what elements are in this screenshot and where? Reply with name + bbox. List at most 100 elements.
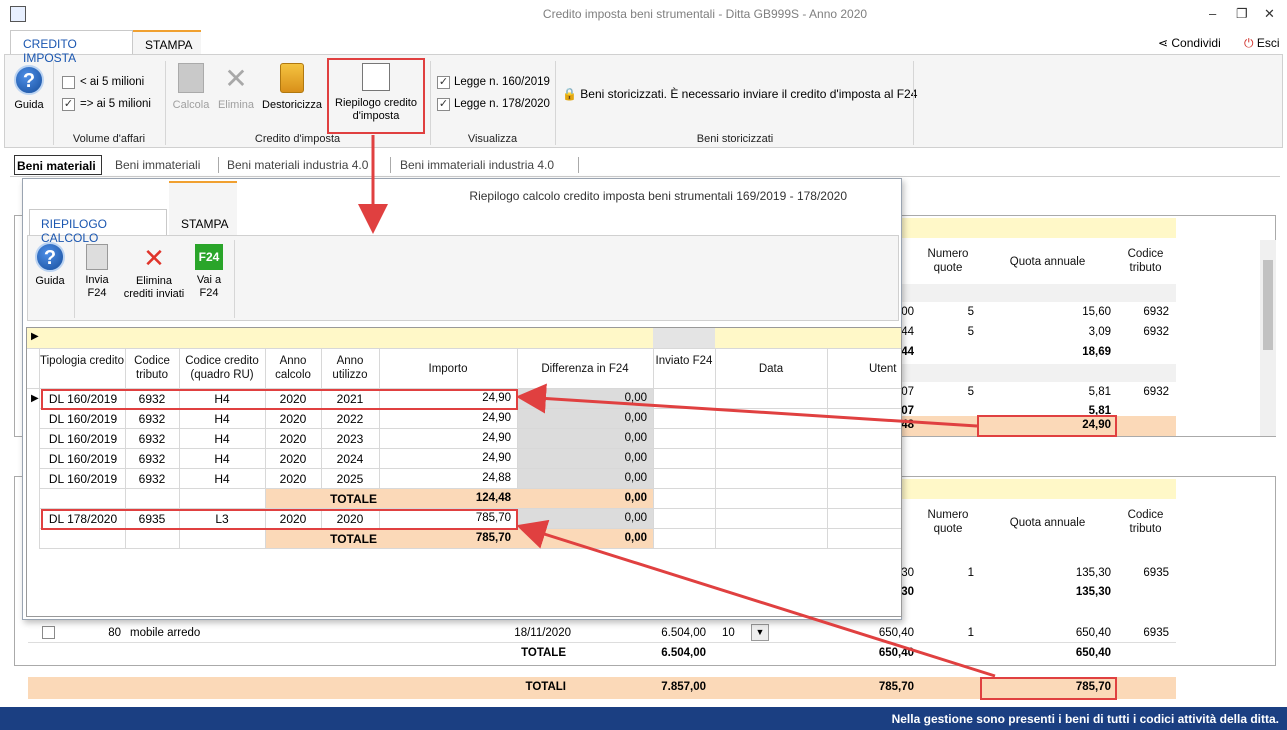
cell-tipologia: DL 160/2019	[48, 432, 118, 446]
cell-tipologia: DL 160/2019	[48, 472, 118, 486]
col-data: Data	[758, 363, 784, 375]
calculator-icon	[178, 63, 204, 93]
cell-ac: 2020	[279, 412, 307, 426]
tab-credito-imposta[interactable]: CREDITO IMPOSTA	[10, 30, 133, 65]
highlight-row-178	[41, 509, 518, 530]
exit-button[interactable]: ⏻ Esci	[1244, 36, 1280, 51]
bg-n: 5	[967, 306, 974, 318]
cell-codice: 6932	[138, 472, 166, 486]
minimize-button[interactable]: –	[1209, 6, 1216, 21]
cell-au: 2023	[336, 432, 364, 446]
cell-importo: 24,90	[482, 432, 511, 444]
col-codice-tributo: Codice tributo	[134, 355, 170, 381]
help-button[interactable]: ? Guida	[9, 65, 49, 112]
cell-diff: 0,00	[624, 512, 647, 524]
cell-cc: H4	[214, 432, 230, 446]
cell-au: 2022	[336, 412, 364, 426]
storicizzati-message: 🔒 Beni storicizzati. È necessario inviar…	[562, 87, 918, 101]
totale2-imp: 785,70	[475, 532, 511, 544]
totale-q: 650,40	[1075, 647, 1111, 659]
close-button[interactable]: ✕	[1264, 6, 1275, 22]
cell-importo: 24,90	[482, 412, 511, 424]
power-icon: ⏻	[1244, 36, 1257, 50]
destoricizza-button[interactable]: Destoricizza	[260, 63, 324, 112]
cell-diff: 0,00	[624, 432, 647, 444]
checkbox-over-5m[interactable]: ✓	[62, 98, 75, 111]
checkbox-under-5m[interactable]	[62, 76, 75, 89]
totale2-label: TOTALE	[330, 532, 377, 546]
bg-amt: 07	[901, 405, 914, 417]
upper-scrollbar[interactable]	[1260, 240, 1276, 436]
totale1-label: TOTALE	[330, 492, 377, 506]
share-icon: ⋖	[1158, 36, 1172, 50]
subtab-beni-materiali[interactable]: Beni materiali	[14, 155, 102, 175]
popup-title: Riepilogo calcolo credito imposta beni s…	[469, 189, 847, 203]
subtab-immateriali-40[interactable]: Beni immateriali industria 4.0	[400, 155, 554, 175]
totale-label: TOTALE	[521, 647, 566, 659]
cell-cc: H4	[214, 472, 230, 486]
group-storico: Beni storicizzati	[696, 133, 774, 145]
help-icon: ?	[35, 242, 65, 272]
calcola-button[interactable]: Calcola	[169, 63, 213, 112]
row-q: 650,40	[1075, 627, 1111, 639]
highlight-row-160	[41, 389, 518, 410]
hdr-quota-annuale-2: Quota annuale	[1009, 517, 1086, 529]
cell-tipologia: DL 160/2019	[48, 452, 118, 466]
elimina-button[interactable]: ✕ Elimina	[213, 63, 259, 112]
totale2-diff: 0,00	[624, 532, 647, 544]
ribbon: ? Guida < ai 5 milioni ✓ => ai 5 milioni…	[4, 54, 1283, 148]
lock-icon	[280, 63, 304, 93]
row-dep: 650,40	[878, 627, 914, 639]
bg-q: 15,60	[1082, 306, 1111, 318]
col-utente: Utent	[869, 363, 897, 375]
bg-amt: 30	[901, 567, 914, 579]
subtab-materiali-40[interactable]: Beni materiali industria 4.0	[227, 155, 368, 175]
window-title: Credito imposta beni strumentali - Ditta…	[542, 7, 868, 21]
elimina-crediti-button[interactable]: ✕ Elimina crediti inviati	[118, 244, 190, 301]
popup-tab-stampa[interactable]: STAMPA	[169, 181, 237, 235]
share-button[interactable]: ⋖ Condividi	[1158, 36, 1221, 50]
group-volume: Volume d'affari	[72, 133, 146, 145]
invia-f24-button[interactable]: Invia F24	[78, 244, 116, 300]
cell-au: 2024	[336, 452, 364, 466]
totali-label: TOTALI	[525, 681, 566, 693]
bg-amt: 44	[901, 326, 914, 338]
highlight-24-90	[977, 415, 1117, 437]
cell-ac: 2020	[279, 432, 307, 446]
checkbox-legge-160[interactable]: ✓	[437, 76, 450, 89]
cell-codice: 6932	[138, 432, 166, 446]
group-credito: Credito d'imposta	[254, 133, 341, 145]
row-checkbox[interactable]	[42, 626, 55, 639]
cell-codice: 6932	[138, 452, 166, 466]
delete-icon: ✕	[143, 243, 165, 273]
col-tipologia: Tipologia credito	[40, 355, 124, 367]
row-c: 6935	[1143, 627, 1169, 639]
restore-button[interactable]: ❐	[1236, 6, 1248, 22]
bg-n: 5	[967, 326, 974, 338]
row-percent: 10	[722, 627, 735, 639]
bg-q: 3,09	[1088, 326, 1111, 338]
col-differenza: Differenza in F24	[541, 363, 629, 375]
cell-ac: 2020	[279, 452, 307, 466]
col-inviato: Inviato F24	[655, 355, 713, 367]
highlight-riepilogo	[327, 58, 425, 134]
totali-imp: 7.857,00	[661, 681, 706, 693]
delete-icon: ✕	[224, 63, 248, 94]
popup-help-button[interactable]: ? Guida	[30, 242, 70, 288]
subtab-beni-immateriali[interactable]: Beni immateriali	[115, 155, 200, 175]
send-icon	[86, 244, 108, 270]
popup-tab-riepilogo[interactable]: RIEPILOGO CALCOLO	[29, 209, 167, 245]
cell-cc: H4	[214, 412, 230, 426]
tab-stampa[interactable]: STAMPA	[133, 30, 201, 54]
col-anno-calcolo: Anno calcolo	[275, 355, 311, 381]
bg-q: 135,30	[1075, 586, 1111, 598]
bg-n: 5	[967, 386, 974, 398]
checkbox-legge-178[interactable]: ✓	[437, 98, 450, 111]
chevron-down-icon[interactable]: ▼	[751, 624, 769, 641]
cell-cc: H4	[214, 452, 230, 466]
vai-f24-button[interactable]: F24 Vai a F24	[192, 244, 226, 300]
popup-ribbon: ? Guida Invia F24 ✕ Elimina crediti invi…	[27, 235, 899, 321]
cell-diff: 0,00	[624, 452, 647, 464]
bg-amt: 07	[901, 386, 914, 398]
bg-amt: 48	[901, 419, 914, 431]
